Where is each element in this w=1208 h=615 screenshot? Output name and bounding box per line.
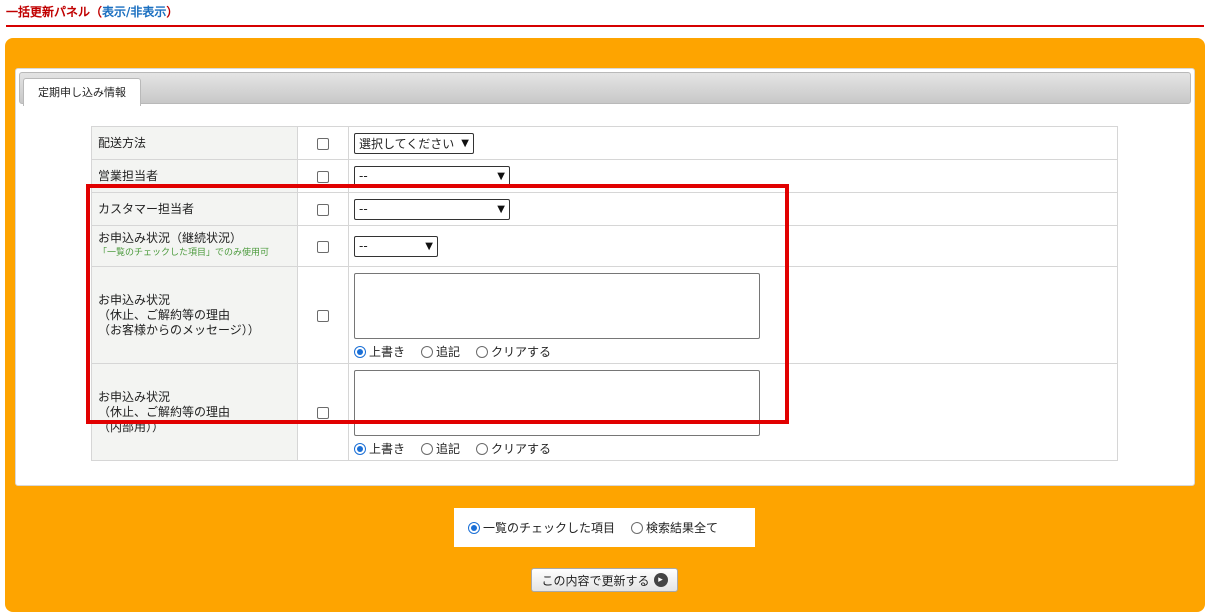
radio-button[interactable] <box>631 521 644 534</box>
reason-customer-mode: 上書き 追記 クリアする <box>354 341 1117 363</box>
radio-clear[interactable]: クリアする <box>476 440 551 457</box>
row-label: 配送方法 <box>91 126 298 160</box>
tab-bar: 定期申し込み情報 <box>19 72 1191 106</box>
radio-append[interactable]: 追記 <box>421 440 460 457</box>
delivery-method-select[interactable]: 選択してください ▼ <box>354 132 474 154</box>
chevron-down-icon: ▼ <box>425 240 433 252</box>
customer-rep-checkbox[interactable] <box>317 203 329 216</box>
tab-subscription-info[interactable]: 定期申し込み情報 <box>23 78 141 106</box>
reason-internal-mode: 上書き 追記 クリアする <box>354 438 1117 460</box>
radio-button[interactable] <box>421 442 434 455</box>
radio-overwrite[interactable]: 上書き <box>354 440 405 457</box>
row-sales-rep: 営業担当者 -- ▼ <box>91 159 1118 193</box>
radio-button[interactable] <box>476 345 489 358</box>
chevron-down-icon: ▼ <box>461 137 469 149</box>
row-label: お申込み状況 （休止、ご解約等の理由 （お客様からのメッセージ）） <box>91 266 298 364</box>
radio-overwrite[interactable]: 上書き <box>354 343 405 360</box>
reason-customer-checkbox[interactable] <box>317 309 329 322</box>
panel-title: 一括更新パネル（表示/非表示） <box>6 5 179 19</box>
row-delivery-method: 配送方法 選択してください ▼ <box>91 126 1118 160</box>
radio-button[interactable] <box>421 345 434 358</box>
bulk-update-panel: 定期申し込み情報 配送方法 選択してください ▼ 営業担当者 -- ▼ カスタマー担… <box>5 38 1205 612</box>
reason-internal-textarea[interactable] <box>354 369 760 436</box>
toggle-visibility-link[interactable]: 表示/非表示 <box>102 5 166 19</box>
row-label: お申込み状況（継続状況） 「一覧のチェックした項目」でのみ使用可 <box>91 225 298 267</box>
panel-header: 一括更新パネル（表示/非表示） <box>6 3 1204 27</box>
reason-internal-checkbox[interactable] <box>317 406 329 419</box>
target-all-results[interactable]: 検索結果全て <box>631 519 718 536</box>
row-customer-rep: カスタマー担当者 -- ▼ <box>91 192 1118 226</box>
row-reason-customer: お申込み状況 （休止、ご解約等の理由 （お客様からのメッセージ）） 上書き 追記… <box>91 266 1118 364</box>
row-label: 営業担当者 <box>91 159 298 193</box>
chevron-down-icon: ▼ <box>497 203 505 215</box>
bulk-update-form: 配送方法 選択してください▼ 営業担当者 --▼ カスタマー担当者 --▼ <box>91 126 1118 461</box>
row-label: カスタマー担当者 <box>91 192 298 226</box>
row-reason-internal: お申込み状況 （休止、ご解約等の理由 （内部用）） 上書き 追記 クリアする <box>91 363 1118 461</box>
row-subscription-status: お申込み状況（継続状況） 「一覧のチェックした項目」でのみ使用可 -- ▼ <box>91 225 1118 267</box>
radio-button-selected[interactable] <box>468 521 480 534</box>
radio-button-selected[interactable] <box>354 442 366 455</box>
reason-customer-textarea[interactable] <box>354 272 760 339</box>
subscription-status-select[interactable]: -- ▼ <box>354 235 438 257</box>
radio-clear[interactable]: クリアする <box>476 343 551 360</box>
sales-rep-select[interactable]: -- ▼ <box>354 165 510 187</box>
arrow-right-circle-icon: ▸ <box>653 573 668 587</box>
row-label: お申込み状況 （休止、ご解約等の理由 （内部用）） <box>91 363 298 461</box>
radio-button[interactable] <box>476 442 489 455</box>
radio-button-selected[interactable] <box>354 345 366 358</box>
target-checked-items[interactable]: 一覧のチェックした項目 <box>468 519 615 536</box>
update-button[interactable]: この内容で更新する ▸ <box>531 568 678 592</box>
sales-rep-checkbox[interactable] <box>317 170 329 183</box>
chevron-down-icon: ▼ <box>497 170 505 182</box>
form-container: 定期申し込み情報 配送方法 選択してください ▼ 営業担当者 -- ▼ カスタマー担… <box>15 68 1195 486</box>
delivery-method-checkbox[interactable] <box>317 137 329 150</box>
customer-rep-select[interactable]: -- ▼ <box>354 198 510 220</box>
subscription-status-checkbox[interactable] <box>317 240 329 253</box>
radio-append[interactable]: 追記 <box>421 343 460 360</box>
update-target-selector: 一覧のチェックした項目 検索結果全て <box>454 508 755 547</box>
usage-note: 「一覧のチェックした項目」でのみ使用可 <box>98 248 270 258</box>
